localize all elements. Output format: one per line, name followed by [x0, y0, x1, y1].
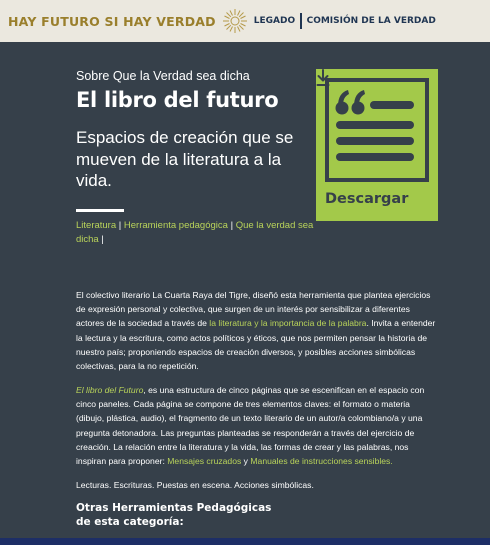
summary-line: Lecturas. Escrituras. Puestas en escena.… — [76, 480, 314, 490]
related-heading: Otras Herramientas Pedagógicas de esta c… — [76, 502, 272, 528]
legado-link[interactable]: LEGADO — [254, 16, 295, 26]
comision-link[interactable]: COMISIÓN DE LA VERDAD — [307, 16, 436, 26]
tag-separator: | — [118, 220, 122, 231]
manuales-link[interactable]: Manuales de instrucciones sensibles. — [250, 456, 392, 466]
mensajes-cruzados-link[interactable]: Mensajes cruzados — [167, 456, 241, 466]
libro-del-futuro-link[interactable]: El libro del Futuro — [76, 385, 143, 395]
page-title: El libro del futuro — [76, 88, 279, 112]
title-divider — [76, 209, 124, 212]
p2-text: , es una estructura de cinco páginas que… — [76, 385, 425, 467]
seal-icon — [222, 9, 247, 33]
pretitle: Sobre Que la Verdad sea dicha — [76, 69, 250, 83]
bottom-bar — [0, 538, 490, 545]
tag-literatura[interactable]: Literatura — [76, 220, 116, 231]
download-icon[interactable] — [316, 69, 330, 87]
tag-herramienta[interactable]: Herramienta pedagógica — [124, 220, 228, 231]
p2-and: y — [241, 456, 251, 467]
brand-logo-text[interactable]: HAY FUTURO SI HAY VERDAD — [8, 14, 216, 29]
header-divider — [300, 13, 302, 29]
top-bar: HAY FUTURO SI HAY VERDAD LEGADO COMISIÓN… — [0, 0, 490, 42]
structure-paragraph: El libro del Futuro, es una estructura d… — [76, 383, 436, 468]
description-paragraph: El colectivo literario La Cuarta Raya de… — [76, 288, 436, 373]
literatura-link[interactable]: la literatura y la importancia de la pal… — [209, 318, 366, 328]
tag-separator: | — [101, 234, 104, 245]
tag-list: Literatura | Herramienta pedagógica | Qu… — [76, 219, 321, 247]
download-card[interactable]: Descargar — [316, 69, 438, 221]
download-label[interactable]: Descargar — [325, 191, 408, 207]
tag-separator: | — [230, 220, 234, 231]
page-subtitle: Espacios de creación que se mueven de la… — [76, 128, 294, 190]
